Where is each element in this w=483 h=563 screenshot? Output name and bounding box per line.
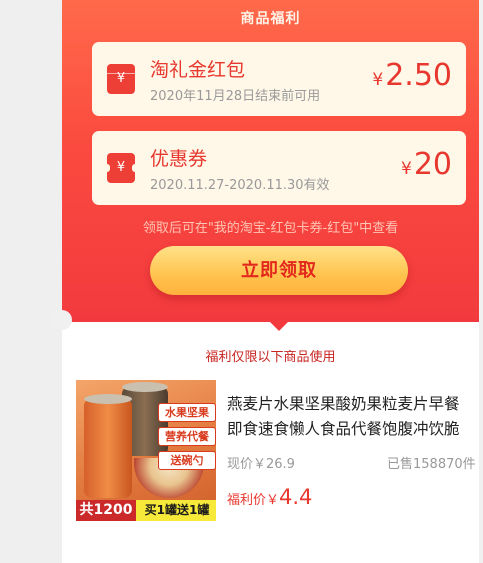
right-strip	[479, 0, 483, 563]
red-envelope-icon: ¥	[107, 64, 135, 94]
thumb-tag: 营养代餐	[158, 427, 216, 446]
panel-title: 商品福利	[240, 11, 301, 27]
current-price: 现价￥26.9	[227, 457, 295, 472]
coupon-icon: ¥	[104, 153, 138, 183]
divider-notch	[268, 320, 290, 331]
card-amount: ¥20	[400, 147, 452, 182]
thumb-tag: 送碗勺	[158, 451, 216, 470]
left-strip	[0, 0, 62, 563]
card-validity: 2020年11月28日结束前可用	[150, 89, 321, 104]
weight-tag: 共1200克	[76, 500, 136, 521]
coupon-card: ¥ 优惠券 2020.11.27-2020.11.30有效 ¥20	[92, 131, 466, 205]
card-title: 淘礼金红包	[150, 59, 246, 81]
ticket-cutout	[52, 310, 72, 330]
card-validity: 2020.11.27-2020.11.30有效	[150, 178, 330, 193]
benefit-panel: 商品福利 ¥ 淘礼金红包 2020年11月28日结束前可用 ¥2.50 ¥ 优惠…	[62, 0, 479, 563]
welfare-price: 福利价￥4.4	[227, 485, 313, 509]
promo-tag: 买1罐送1罐	[144, 503, 210, 517]
product-item[interactable]: 水果坚果 营养代餐 送碗勺 共1200克 买1罐送1罐 燕麦片水果坚果酸奶果粒麦…	[76, 380, 479, 522]
card-title: 优惠券	[150, 148, 208, 170]
product-thumbnail[interactable]: 水果坚果 营养代餐 送碗勺 共1200克 买1罐送1罐	[76, 380, 216, 521]
sold-count: 已售158870件	[387, 457, 476, 472]
claim-hint: 领取后可在"我的淘宝-红包卡券-红包"中查看	[142, 221, 399, 236]
red-envelope-card: ¥ 淘礼金红包 2020年11月28日结束前可用 ¥2.50	[92, 42, 466, 116]
section-label: 福利仅限以下商品使用	[205, 350, 336, 365]
thumb-tag: 水果坚果	[158, 403, 216, 422]
claim-now-button[interactable]: 立即领取	[150, 246, 408, 295]
product-title[interactable]: 燕麦片水果坚果酸奶果粒麦片早餐 即食速食懒人食品代餐饱腹冲饮脆	[227, 392, 479, 442]
card-amount: ¥2.50	[372, 58, 452, 93]
